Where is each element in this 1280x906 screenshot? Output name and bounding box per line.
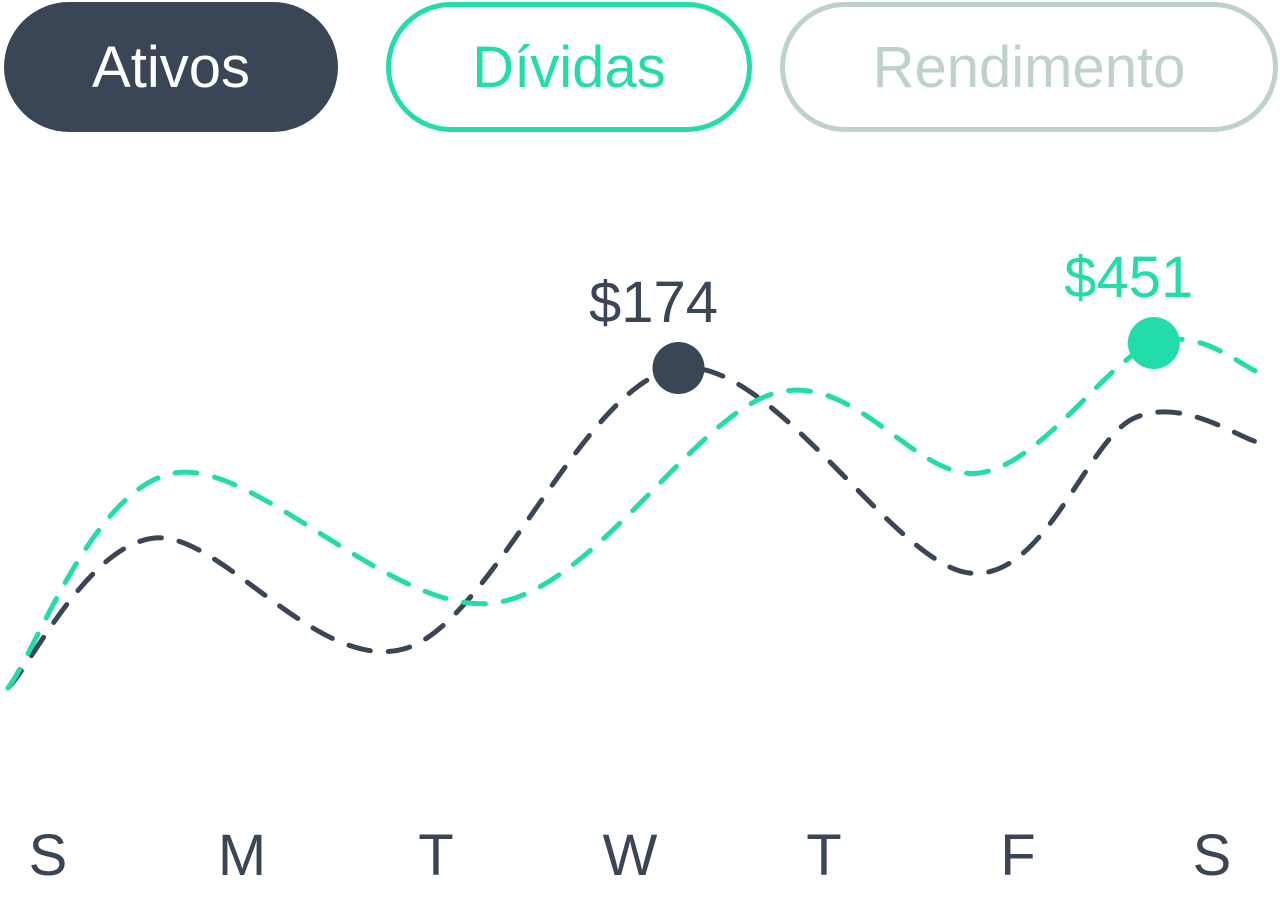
value-label-dark: $174 bbox=[589, 270, 718, 335]
day-label-mon: M bbox=[217, 823, 267, 888]
day-label-sun: S bbox=[28, 823, 68, 888]
highlight-point-green[interactable] bbox=[1127, 317, 1180, 369]
day-label-thu: T bbox=[806, 823, 842, 888]
day-label-tue: T bbox=[418, 823, 454, 888]
series-line-dark bbox=[5, 365, 1263, 691]
day-label-sat: S bbox=[1192, 823, 1232, 888]
value-label-green: $451 bbox=[1064, 245, 1193, 310]
line-chart: $174 $451 bbox=[5, 245, 1263, 691]
day-label-wed: W bbox=[602, 823, 658, 888]
day-label-fri: F bbox=[1000, 823, 1036, 888]
highlight-point-dark[interactable] bbox=[652, 342, 705, 394]
